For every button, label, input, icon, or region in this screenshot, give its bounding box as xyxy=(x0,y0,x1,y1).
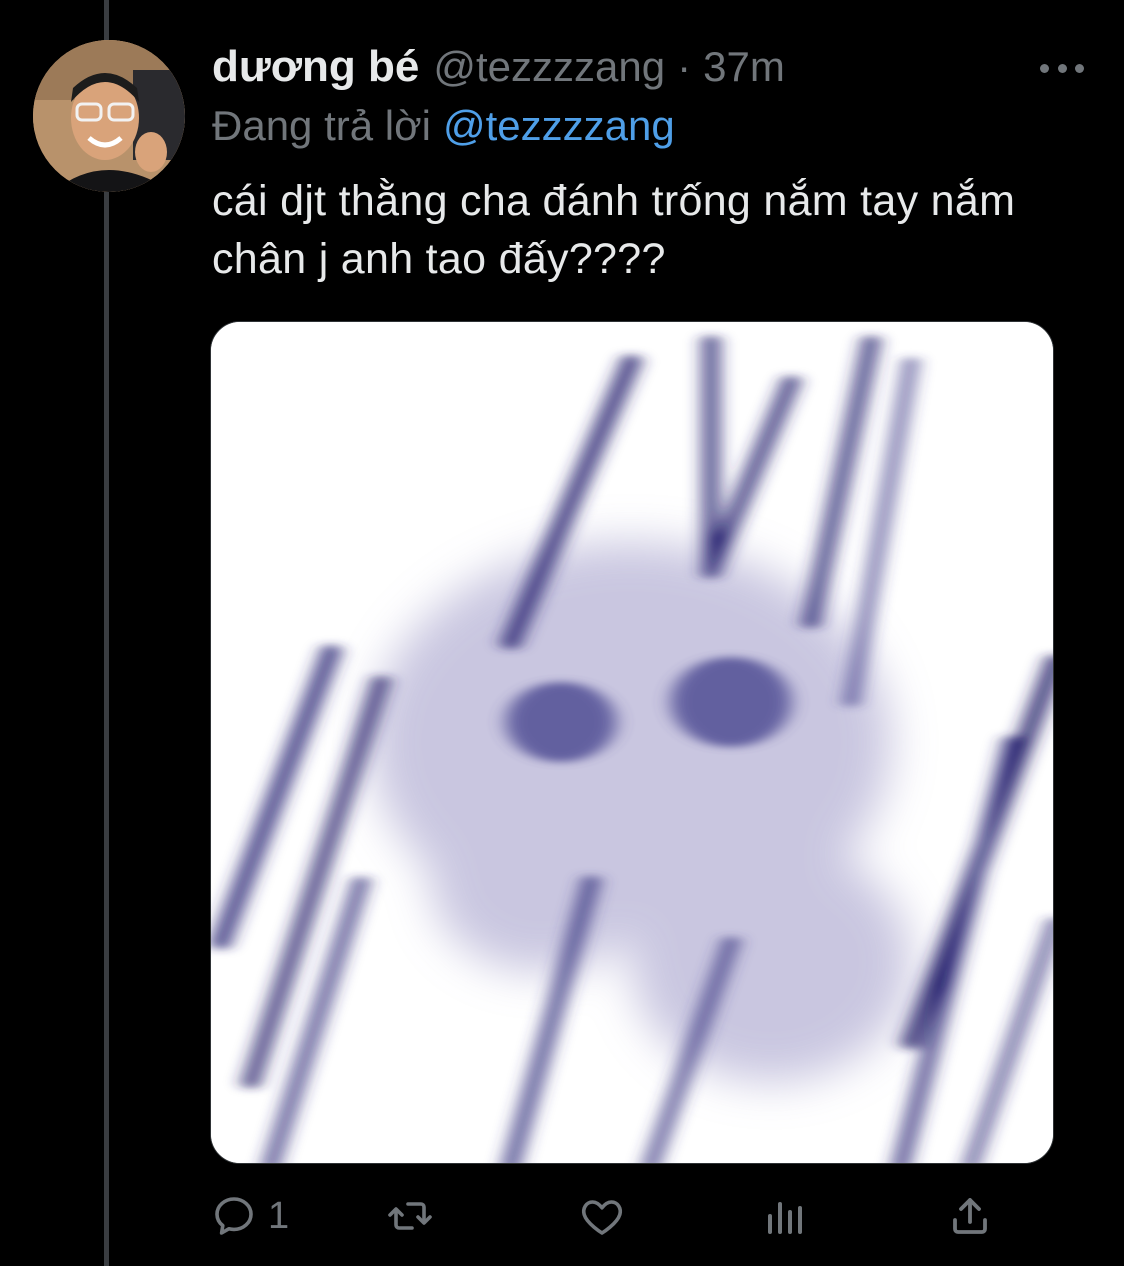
replying-to: Đang trả lời @tezzzzang xyxy=(212,102,675,150)
like-button[interactable] xyxy=(578,1190,626,1242)
views-button[interactable] xyxy=(762,1190,810,1242)
timestamp[interactable]: 37m xyxy=(703,43,785,91)
more-options-button[interactable] xyxy=(1040,56,1084,80)
display-name[interactable]: dương bé xyxy=(212,42,419,92)
retweet-icon xyxy=(388,1202,432,1230)
more-dot-2 xyxy=(1057,63,1067,73)
reply-count: 1 xyxy=(268,1194,290,1237)
tweet-actions: 1 xyxy=(210,1190,1010,1242)
analytics-icon xyxy=(768,1202,802,1234)
more-dot-3 xyxy=(1075,63,1084,73)
blurred-image xyxy=(211,322,1053,1163)
like-icon xyxy=(581,1200,623,1235)
share-button[interactable] xyxy=(946,1190,994,1242)
retweet-button[interactable] xyxy=(386,1190,434,1242)
reply-button[interactable]: 1 xyxy=(210,1190,289,1242)
separator-dot: · xyxy=(677,43,692,90)
reply-icon xyxy=(215,1197,253,1235)
replying-to-handle-link[interactable]: @tezzzzang xyxy=(443,102,675,149)
tweet-header: dương bé @tezzzzang · 37m xyxy=(212,42,785,98)
replying-to-label: Đang trả lời xyxy=(212,102,431,149)
more-horizontal-icon xyxy=(1040,63,1049,73)
share-icon xyxy=(953,1198,987,1234)
avatar-photo xyxy=(33,40,185,192)
user-handle[interactable]: @tezzzzang xyxy=(433,43,665,91)
tweet-media-image[interactable] xyxy=(210,321,1054,1164)
tweet-container[interactable]: dương bé @tezzzzang · 37m Đang trả lời @t… xyxy=(0,0,1124,1266)
avatar[interactable] xyxy=(33,40,185,192)
tweet-text: cái djt thằng cha đánh trống nắm tay nắm… xyxy=(212,177,1016,283)
